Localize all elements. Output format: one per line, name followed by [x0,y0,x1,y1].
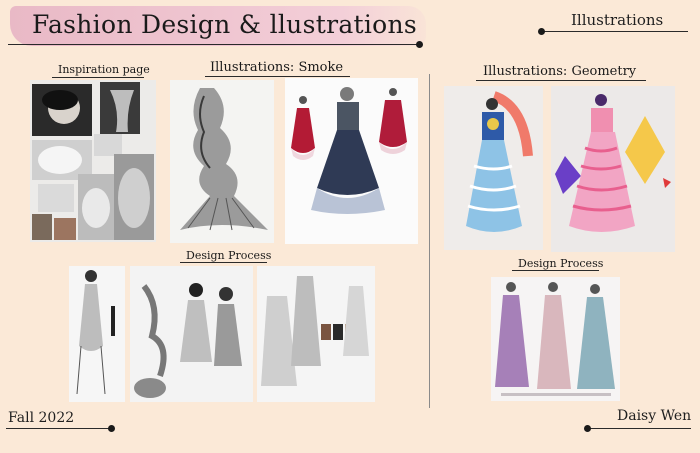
section-underline [542,31,688,32]
footer-author-underline [587,428,691,429]
footer-date-dot [108,425,115,432]
process-sketch-2 [130,266,253,402]
title-underline [8,44,422,45]
smoke-sketch-illustration [170,80,274,243]
section-underline-dot [538,28,545,35]
portfolio-page: Fashion Design & llustrations Illustrati… [0,0,700,453]
footer-date-underline [6,428,110,429]
process-sketch-2-art [130,266,253,402]
footer-date: Fall 2022 [8,410,75,426]
smoke-color-illustration [285,78,418,244]
page-title: Fashion Design & llustrations [32,10,418,39]
geometry-process-art [491,277,620,401]
column-divider [429,74,430,408]
process-sketch-1 [69,266,125,402]
smoke-underline [205,76,350,77]
inspiration-underline [52,77,144,78]
section-title: Illustrations [571,11,664,29]
collage-art [30,80,156,242]
footer-author: Daisy Wen [617,408,692,424]
process-label-right: Design Process [518,257,604,270]
smoke-color-art [285,78,418,244]
inspiration-collage [30,80,156,242]
geometry-blue-art [444,86,543,250]
title-underline-dot [416,41,423,48]
process-label-left: Design Process [186,249,272,262]
geometry-illustration-blue [444,86,543,250]
smoke-sketch-art [170,80,274,243]
footer-author-dot [584,425,591,432]
process-sketch-3-art [257,266,375,402]
geometry-pink-art [551,86,675,252]
process-underline-right [512,270,599,271]
geometry-underline [476,80,646,81]
process-sketch-1-art [69,266,125,402]
process-underline-left [180,262,267,263]
geometry-design-process [491,277,620,401]
smoke-label: Illustrations: Smoke [210,60,344,75]
process-sketch-3 [257,266,375,402]
geometry-illustration-pink [551,86,675,252]
geometry-label: Illustrations: Geometry [483,64,637,79]
inspiration-label: Inspiration page [58,63,150,76]
